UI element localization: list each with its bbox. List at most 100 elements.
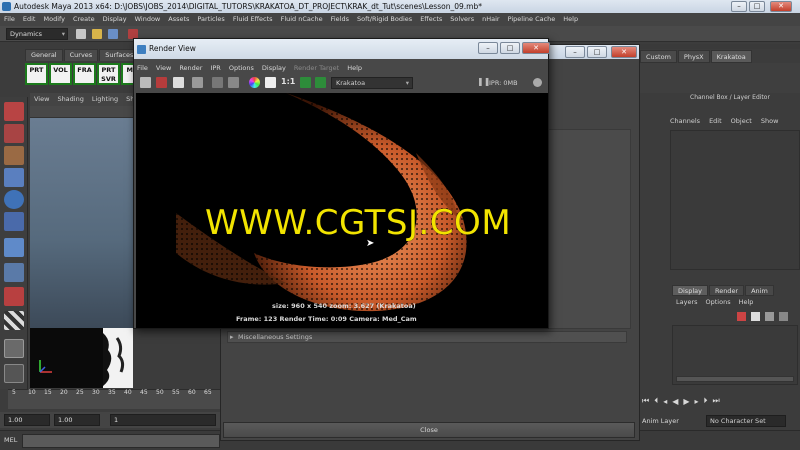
shelf-tab-curves[interactable]: Curves — [63, 49, 99, 61]
real-size-button[interactable]: 1:1 — [281, 77, 295, 86]
menu-particles[interactable]: Particles — [193, 13, 228, 26]
play-back-icon[interactable]: ◀ — [672, 397, 678, 406]
new-scene-icon[interactable] — [76, 29, 86, 39]
save-scene-icon[interactable] — [108, 29, 118, 39]
menu-nhair[interactable]: nHair — [478, 13, 503, 26]
rv-menu-view[interactable]: View — [156, 64, 171, 72]
channel-box-menu-channels[interactable]: Channels — [670, 117, 700, 125]
render-view-maximize-button[interactable]: □ — [500, 42, 520, 54]
layout-four-pane-icon[interactable] — [4, 339, 24, 358]
character-set-field[interactable]: No Character Set — [706, 415, 786, 427]
mel-command-input[interactable] — [22, 434, 220, 448]
menu-fields[interactable]: Fields — [327, 13, 353, 26]
layer-menu-options[interactable]: Options — [706, 298, 731, 306]
viewport-menu-lighting[interactable]: Lighting — [88, 93, 122, 106]
ipr-render-icon[interactable] — [156, 77, 167, 88]
scale-tool-icon[interactable] — [4, 212, 24, 231]
shelf-tab-general[interactable]: General — [25, 49, 63, 61]
layer-tab-display[interactable]: Display — [672, 285, 708, 296]
step-forward-icon[interactable]: ⏵ — [704, 396, 708, 406]
refresh-icon[interactable] — [212, 77, 223, 88]
render-view-minimize-button[interactable]: – — [478, 42, 498, 54]
render-region-icon[interactable] — [192, 77, 203, 88]
menu-file[interactable]: File — [0, 13, 19, 26]
rv-menu-display[interactable]: Display — [262, 64, 286, 72]
render-settings-minimize-button[interactable]: – — [565, 46, 585, 58]
shelf-tab-custom[interactable]: Custom — [640, 49, 677, 63]
menu-fluid-ncache[interactable]: Fluid nCache — [277, 13, 327, 26]
start-time-field[interactable]: 1.00 — [4, 414, 50, 426]
options-icon[interactable] — [228, 77, 239, 88]
rv-menu-options[interactable]: Options — [229, 64, 254, 72]
playback-start-field[interactable]: 1.00 — [54, 414, 100, 426]
step-back-icon[interactable]: ⏴ — [654, 396, 658, 406]
alpha-channel-icon[interactable] — [265, 77, 276, 88]
rv-menu-help[interactable]: Help — [347, 64, 362, 72]
keep-image-icon[interactable] — [300, 77, 311, 88]
play-forward-icon[interactable]: ▶ — [683, 397, 689, 406]
render-settings-maximize-button[interactable]: □ — [587, 46, 607, 58]
redo-render-icon[interactable] — [140, 77, 151, 88]
range-slider[interactable]: 1 — [110, 414, 216, 426]
shelf-tab-physx[interactable]: PhysX — [677, 49, 710, 63]
universal-tool-icon[interactable] — [4, 238, 24, 257]
krakatoa-fra-button[interactable]: FRA — [73, 63, 96, 85]
select-tool-icon[interactable] — [4, 102, 24, 121]
channel-box-menu-show[interactable]: Show — [761, 117, 779, 125]
renderer-dropdown[interactable]: Krakatoa ▾ — [331, 77, 413, 89]
menu-effects[interactable]: Effects — [416, 13, 446, 26]
new-layer-icon[interactable] — [737, 312, 746, 321]
menu-pipeline-cache[interactable]: Pipeline Cache — [504, 13, 560, 26]
menu-fluid-effects[interactable]: Fluid Effects — [229, 13, 277, 26]
layer-move-up-icon[interactable] — [765, 312, 774, 321]
go-to-end-icon[interactable]: ⏭ — [713, 396, 720, 406]
menu-display[interactable]: Display — [99, 13, 131, 26]
menu-solvers[interactable]: Solvers — [446, 13, 478, 26]
layer-tab-render[interactable]: Render — [708, 285, 745, 296]
krakatoa-vol-button[interactable]: VOL — [49, 63, 72, 85]
layer-scrollbar[interactable] — [676, 376, 794, 382]
show-manipulator-icon[interactable] — [4, 287, 24, 306]
krakatoa-prt-svr-button[interactable]: PRT SVR — [97, 63, 120, 85]
snapshot-icon[interactable] — [173, 77, 184, 88]
layout-outliner-icon[interactable] — [4, 364, 24, 383]
layer-move-down-icon[interactable] — [779, 312, 788, 321]
rotate-tool-icon[interactable] — [4, 190, 24, 209]
viewport-menu-view[interactable]: View — [30, 93, 53, 106]
move-tool-icon[interactable] — [4, 168, 24, 187]
go-to-start-icon[interactable]: ⏮ — [642, 396, 649, 406]
rv-menu-ipr[interactable]: IPR — [210, 64, 220, 72]
layout-single-pane-icon[interactable] — [4, 311, 24, 330]
layer-menu-help[interactable]: Help — [739, 298, 754, 306]
menu-set-dropdown[interactable]: Dynamics ▾ — [6, 28, 68, 40]
open-scene-icon[interactable] — [92, 29, 102, 39]
render-settings-close-icon[interactable]: ✕ — [611, 46, 637, 58]
rv-menu-render-target[interactable]: Render Target — [294, 64, 339, 72]
remove-image-icon[interactable] — [315, 77, 326, 88]
lasso-tool-icon[interactable] — [4, 124, 24, 143]
paint-tool-icon[interactable] — [4, 146, 24, 165]
shelf-tab-krakatoa[interactable]: Krakatoa — [710, 49, 752, 63]
minimize-button[interactable]: – — [731, 1, 747, 12]
channel-box-menu-object[interactable]: Object — [731, 117, 752, 125]
key-back-icon[interactable]: ◂ — [663, 397, 667, 406]
menu-window[interactable]: Window — [131, 13, 165, 26]
render-view-close-button[interactable]: ✕ — [522, 42, 550, 54]
close-button[interactable]: Close — [223, 422, 635, 438]
channel-box-menu-edit[interactable]: Edit — [709, 117, 722, 125]
menu-edit[interactable]: Edit — [19, 13, 40, 26]
misc-settings-section[interactable]: Miscellaneous Settings — [227, 331, 627, 343]
menu-create[interactable]: Create — [69, 13, 99, 26]
rv-menu-render[interactable]: Render — [179, 64, 202, 72]
rgb-channel-icon[interactable] — [249, 77, 260, 88]
layer-tab-anim[interactable]: Anim — [745, 285, 774, 296]
new-layer-selected-icon[interactable] — [751, 312, 760, 321]
menu-modify[interactable]: Modify — [39, 13, 69, 26]
krakatoa-prt-button[interactable]: PRT — [25, 63, 48, 85]
rv-menu-file[interactable]: File — [137, 64, 148, 72]
layer-menu-layers[interactable]: Layers — [676, 298, 698, 306]
menu-help[interactable]: Help — [559, 13, 582, 26]
viewport-menu-shading[interactable]: Shading — [53, 93, 87, 106]
menu-assets[interactable]: Assets — [164, 13, 193, 26]
key-forward-icon[interactable]: ▸ — [695, 397, 699, 406]
